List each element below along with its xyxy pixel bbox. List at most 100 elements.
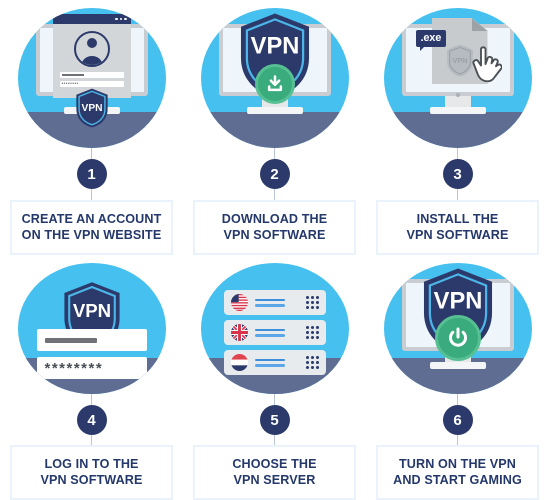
dot	[310, 356, 314, 359]
server-load-dots	[305, 326, 319, 339]
exe-file-icon: VPN .exe	[415, 18, 503, 84]
step-5: 5 CHOOSE THE VPN SERVER	[183, 255, 366, 500]
dot	[305, 301, 309, 304]
dot	[305, 306, 309, 309]
server-name-bars	[254, 328, 285, 337]
svg-text:VPN: VPN	[72, 300, 110, 321]
power-button-icon[interactable]	[434, 315, 481, 361]
connector-line	[457, 148, 458, 160]
bar	[254, 334, 285, 337]
caption-line-2: VPN SERVER	[233, 472, 316, 487]
step-number-badge: 6	[442, 405, 473, 436]
caption-line-1: INSTALL THE	[416, 211, 499, 226]
download-button-icon	[254, 64, 295, 104]
dot	[315, 361, 319, 364]
password-field[interactable]: ********	[36, 357, 147, 379]
browser-content: ••••••••	[53, 24, 131, 98]
bar	[254, 328, 285, 331]
vpn-shield-icon: VPN	[446, 44, 474, 82]
connector-line-lower	[91, 435, 92, 445]
step-2: VPN 2 DOWNLOAD THE VPN SOFTWARE	[183, 0, 366, 255]
step-caption: INSTALL THE VPN SOFTWARE	[376, 199, 539, 255]
server-row[interactable]	[223, 320, 326, 345]
circle-background: VPN ********	[17, 263, 166, 395]
connector-line-lower	[91, 189, 92, 200]
server-name-bars	[254, 298, 285, 307]
connector-line	[91, 394, 92, 406]
user-avatar-icon	[73, 31, 110, 67]
bar	[254, 304, 285, 307]
step-number-badge: 1	[76, 159, 107, 190]
caption-line-2: AND START GAMING	[393, 472, 522, 487]
dot	[305, 336, 309, 339]
uk-flag-icon	[230, 324, 248, 341]
step-5-illustration	[200, 263, 349, 395]
password-value: ********	[44, 359, 104, 377]
connector-line-lower	[457, 435, 458, 445]
browser-window-icon: ••••••••	[52, 14, 131, 98]
password-field[interactable]: ••••••••	[59, 81, 124, 87]
dot	[315, 326, 319, 329]
svg-text:VPN: VPN	[433, 288, 482, 314]
step-6: VPN 6 TURN ON THE VPN AND START GAMING	[366, 255, 549, 500]
floor-arc	[200, 112, 349, 149]
step-4: VPN ******** 4 LOG IN TO THE VPN SOFTWAR…	[0, 255, 183, 500]
login-form: ********	[36, 329, 147, 385]
step-number-badge: 2	[259, 159, 290, 190]
circle-background: VPN	[383, 263, 532, 395]
server-row[interactable]	[223, 290, 326, 315]
step-3-illustration: VPN .exe	[383, 8, 532, 149]
dot	[310, 296, 314, 299]
download-arrow-icon	[267, 75, 282, 92]
vpn-shield-icon: VPN	[75, 88, 109, 128]
dot	[310, 361, 314, 364]
username-field[interactable]	[36, 329, 147, 351]
bar	[254, 358, 285, 361]
bar	[254, 298, 285, 301]
dot	[305, 331, 309, 334]
circle-background	[200, 263, 349, 395]
connector-line	[457, 394, 458, 406]
step-6-illustration: VPN	[383, 263, 532, 395]
connector-line	[274, 148, 275, 160]
step-number-badge: 3	[442, 159, 473, 190]
server-row[interactable]	[223, 350, 326, 375]
bar	[254, 364, 285, 367]
dot	[315, 306, 319, 309]
step-1-illustration: •••••••• VPN	[17, 8, 166, 149]
caption-line-2: VPN SOFTWARE	[406, 227, 509, 242]
dot	[315, 336, 319, 339]
dot	[310, 326, 314, 329]
step-caption: LOG IN TO THE VPN SOFTWARE	[10, 444, 173, 500]
dot	[310, 306, 314, 309]
username-field[interactable]	[59, 72, 124, 78]
dot	[305, 296, 309, 299]
password-value: ••••••••	[61, 81, 79, 87]
server-load-dots	[305, 296, 319, 309]
us-flag-icon	[230, 294, 248, 311]
server-load-dots	[305, 356, 319, 369]
circle-background: •••••••• VPN	[17, 8, 166, 149]
dot	[305, 356, 309, 359]
svg-text:VPN: VPN	[250, 33, 299, 59]
svg-text:VPN: VPN	[81, 103, 102, 114]
caption-line-2: ON THE VPN WEBSITE	[21, 227, 162, 242]
connector-line-lower	[274, 189, 275, 200]
window-dot-icon	[124, 17, 127, 21]
monitor-base	[429, 362, 486, 369]
dot	[305, 326, 309, 329]
username-value	[61, 74, 84, 76]
dot	[305, 361, 309, 364]
caption-line-1: CHOOSE THE	[232, 456, 317, 471]
step-1: •••••••• VPN 1 CREATE AN ACCOUNT ON THE …	[0, 0, 183, 255]
step-caption: TURN ON THE VPN AND START GAMING	[376, 444, 539, 500]
floor-arc	[383, 112, 532, 149]
nl-flag-icon	[230, 354, 248, 371]
dot	[315, 356, 319, 359]
caption-line-1: LOG IN TO THE	[44, 456, 139, 471]
dot	[310, 366, 314, 369]
circle-background: VPN	[200, 8, 349, 149]
step-2-illustration: VPN	[200, 8, 349, 149]
connector-line	[91, 148, 92, 160]
caption-line-1: TURN ON THE VPN	[399, 456, 516, 471]
